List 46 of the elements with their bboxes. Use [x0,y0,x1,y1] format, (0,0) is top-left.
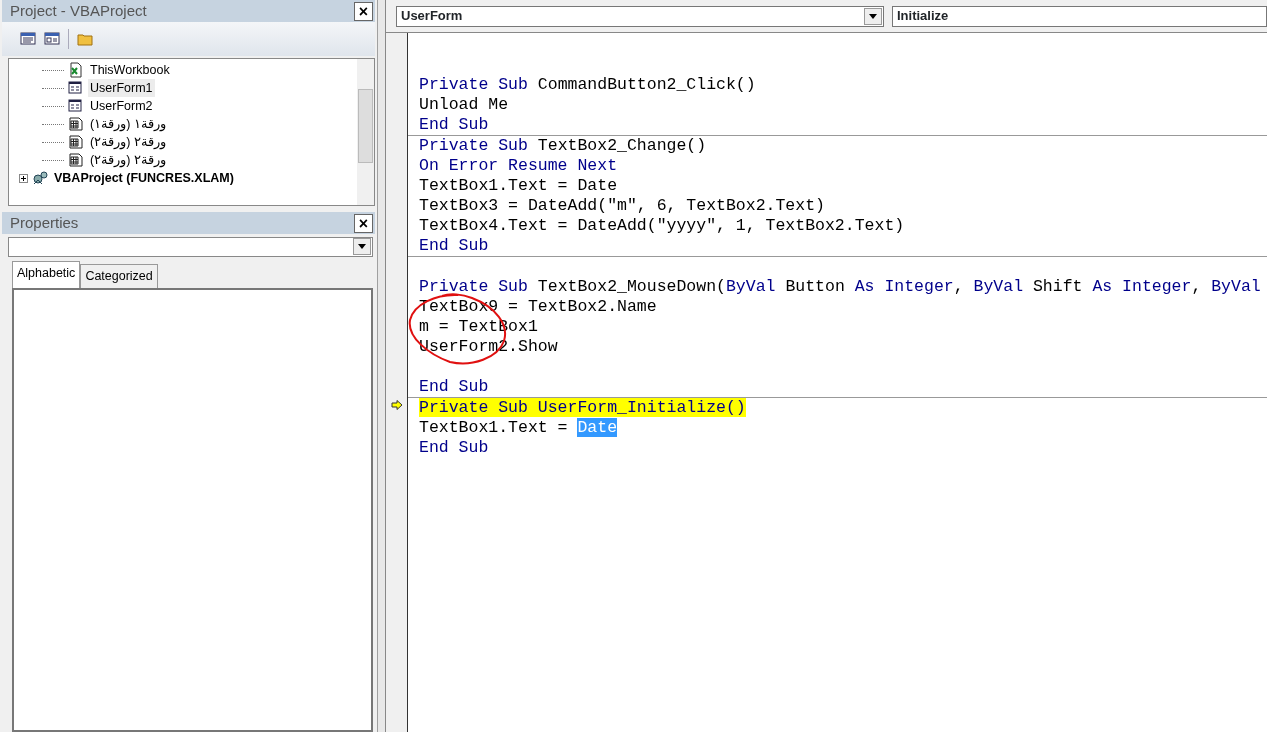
code-line: TextBox3 = DateAdd("m", 6, TextBox2.Text) [419,196,825,215]
code-line: Private Sub TextBox2_MouseDown(ByVal Button As Integer, ByVal Shift As Integer, ByVal [419,277,1261,296]
object-dropdown[interactable] [8,237,373,257]
tree-item[interactable]: ورقة١ (ورقة١) [88,114,168,134]
folder-icon [77,31,93,47]
expand-icon[interactable] [19,173,28,183]
tree-item[interactable]: ورقة٢ (ورقة٢) [88,132,168,152]
sheet-icon [68,116,84,132]
code-line: TextBox4.Text = DateAdd("yyyy", 1, TextBox2.Text) [419,216,905,235]
tree-item[interactable]: VBAProject (FUNCRES.XLAM) [52,168,236,188]
code-line: End Sub [419,115,489,134]
sheet-icon [68,134,84,150]
dropdown-arrow-icon [358,244,366,249]
toolbar-button[interactable] [20,31,36,47]
code-line: Unload Me [419,95,509,114]
sheet-icon [68,152,84,168]
close-button[interactable]: × [354,213,373,233]
close-button[interactable]: × [354,1,373,21]
splitter-bar[interactable] [378,0,386,732]
code-line: On Error Resume Next [419,156,618,175]
workbook-icon [68,62,84,78]
code-line: End Sub [419,236,489,255]
tab[interactable]: Alphabetic [12,261,81,288]
panel-title: Project - VBAProject [10,0,147,21]
code-line: TextBox1.Text = Date [419,176,618,195]
form-icon [68,98,84,114]
panel-title: Properties [10,212,79,233]
form-window-icon [44,31,60,47]
code-line: Private Sub CommandButton2_Click() [419,75,756,94]
code-line: End Sub [419,438,489,457]
toolbar-button[interactable] [44,31,60,47]
procedure-combo[interactable]: Initialize [892,5,1267,27]
code-window-icon [20,31,36,47]
dropdown-arrow-icon [869,13,877,19]
form-icon [68,80,84,96]
tree-item[interactable]: UserForm1 [88,78,155,98]
tree-item[interactable]: ThisWorkbook [88,60,172,80]
scrollbar[interactable] [357,59,374,205]
tab[interactable]: Categorized [80,264,158,288]
code-line: TextBox1.Text = Date [419,418,618,437]
tree-item[interactable]: ورقة٢ (ورقة٢) [88,150,168,170]
tree-item[interactable]: UserForm2 [88,96,155,116]
project-icon [32,170,48,186]
code-line: End Sub [419,377,489,396]
object-combo[interactable]: UserForm [396,5,884,27]
code-line: Private Sub TextBox2_Change() [419,136,707,155]
